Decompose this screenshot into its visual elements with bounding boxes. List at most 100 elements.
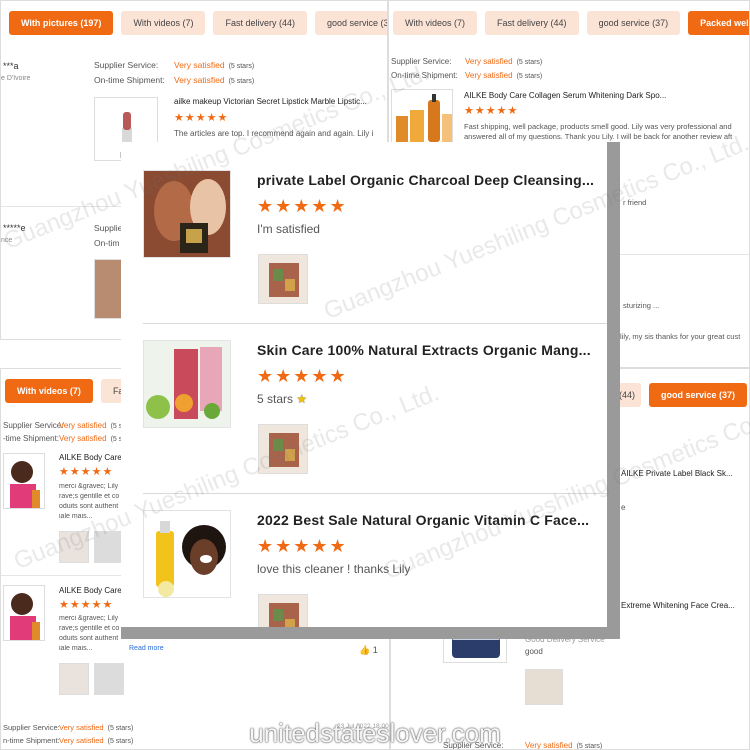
model-thumbnail[interactable]: [3, 453, 45, 509]
shipment-stars: (5 stars): [516, 73, 543, 80]
product-title-fragment: sturizing ...: [623, 301, 660, 310]
tab-good-service[interactable]: good service (37): [649, 383, 748, 407]
product-image[interactable]: [143, 170, 231, 258]
review-rating: ★★★★★: [257, 366, 348, 386]
review-line: merci &gravec; Lily: [59, 483, 119, 490]
review-line: rave;s gentille et co: [59, 493, 120, 500]
tab-fast-delivery[interactable]: Fast delivery (44): [485, 11, 579, 35]
review-text: The articles are top. I recommend again …: [174, 129, 374, 138]
shipment-row-2: On-tim: [94, 238, 120, 248]
product-thumbnail-2[interactable]: [94, 259, 124, 319]
supplier-service-value: Very satisfied: [59, 421, 107, 430]
model-with-products-image: [10, 593, 40, 640]
reviewer-name-2: *****e: [3, 223, 26, 233]
shipment-label: -time Shipment:: [3, 434, 60, 443]
filter-tabs-bottom-right: (44) good service (37): [613, 383, 748, 407]
product-rating: ★★★★★: [59, 466, 114, 478]
supplier-service-row: Supplier Service:Very satisfied (5 st: [3, 421, 124, 430]
review-photo-image: [259, 255, 307, 303]
review-photo[interactable]: [258, 424, 308, 474]
review-photo[interactable]: [258, 594, 308, 627]
review-photo[interactable]: [258, 254, 308, 304]
charcoal-cleanser-image: [144, 171, 230, 257]
tab-with-videos[interactable]: With videos (7): [5, 379, 93, 403]
product-rating: ★★★★★: [464, 105, 519, 117]
review-fragment-2: lily, my sis thanks for your great cust: [620, 332, 741, 341]
tab-with-videos[interactable]: With videos (7): [393, 11, 478, 35]
supplier-service-value: Very satisfied: [174, 60, 225, 70]
supplier-service-row: Supplier Service: Very satisfied (5 stars): [391, 57, 542, 66]
shipment-row: On-time Shipment: Very satisfied (5 stars): [94, 75, 254, 85]
serum-thumbnail[interactable]: [391, 89, 453, 145]
review-line: merci &gravec; Lily: [59, 615, 119, 622]
natural-extracts-image: [144, 341, 230, 427]
tab-good-service[interactable]: good service (37): [586, 11, 681, 35]
tab-fast-delivery[interactable]: Fast delivery (44): [213, 11, 307, 35]
review-product-title[interactable]: private Label Organic Charcoal Deep Clea…: [257, 172, 594, 188]
review-text-content: 5 stars: [257, 392, 294, 406]
review-rating: ★★★★★: [257, 536, 348, 556]
shipment-label-2: On-tim: [94, 238, 120, 248]
shipment-label: On-time Shipment:: [391, 71, 458, 80]
review-photo[interactable]: [525, 669, 563, 705]
review-photo[interactable]: [94, 531, 124, 563]
like-button[interactable]: 👍 1: [359, 645, 378, 656]
review-text: I'm satisfied: [257, 222, 320, 236]
filter-tabs-right: With videos (7) Fast delivery (44) good …: [393, 11, 749, 35]
reviewer-country-2: nce: [1, 237, 13, 244]
supplier-service-stars: (5 stars): [228, 63, 255, 70]
reviewer-name: ***a: [3, 61, 19, 71]
review-photo[interactable]: [94, 663, 124, 695]
shipment-value: Very satisfied: [59, 434, 107, 443]
shipment-value: Very satisfied: [465, 71, 513, 80]
review-line: iale mais...: [59, 645, 93, 652]
review-line: oduits sont authent: [59, 503, 119, 510]
review-photo[interactable]: [59, 531, 89, 563]
product-image[interactable]: [143, 340, 231, 428]
review-photo-image: [259, 425, 307, 473]
supplier-service-value: Very satisfied: [465, 57, 513, 66]
shipment-stars: (5 stars): [228, 78, 255, 85]
product-title[interactable]: AILKE Private Label Black Sk...: [621, 469, 749, 478]
review-item: private Label Organic Charcoal Deep Clea…: [121, 142, 607, 312]
shipment-row: -time Shipment:Very satisfied (5 st: [3, 434, 124, 443]
shipment-value: Very satisfied: [174, 75, 225, 85]
product-image[interactable]: [143, 510, 231, 598]
tab-good-service[interactable]: good service (37): [315, 11, 387, 35]
star-emoji-icon: ★: [296, 392, 308, 406]
supplier-service-label: Supplier Service:: [3, 421, 64, 430]
thumbs-up-icon: 👍: [359, 645, 371, 655]
product-title[interactable]: AILKE Body Care C: [59, 453, 129, 462]
model-with-products-image: [10, 461, 40, 508]
review-text: good: [525, 647, 543, 656]
review-text: 5 stars ★: [257, 392, 307, 406]
review-product-title[interactable]: Skin Care 100% Natural Extracts Organic …: [257, 342, 591, 358]
tab-packed-well[interactable]: Packed well (27): [688, 11, 749, 35]
shipment-row: On-time Shipment: Very satisfied (5 stars): [391, 71, 542, 80]
review-rating: ★★★★★: [257, 196, 348, 216]
product-title-2[interactable]: Extreme Whitening Face Crea...: [621, 601, 749, 610]
review-product-title[interactable]: 2022 Best Sale Natural Organic Vitamin C…: [257, 512, 589, 528]
review-text-line-2: answered all of my questions. Thank you …: [464, 132, 733, 141]
review-photo[interactable]: [59, 663, 89, 695]
supplier-service-row: Supplier Service: Very satisfied (5 stars): [94, 60, 254, 70]
review-line: oduits sont authent: [59, 635, 119, 642]
review-item: 2022 Best Sale Natural Organic Vitamin C…: [121, 482, 607, 627]
tab-with-videos[interactable]: With videos (7): [121, 11, 206, 35]
shipment-label: On-time Shipment:: [94, 75, 165, 85]
product-title[interactable]: AILKE Body Care Collagen Serum Whitening…: [464, 91, 749, 100]
product-title-2[interactable]: AILKE Body Care C: [59, 586, 129, 595]
review-line: rave;s gentille et co: [59, 625, 120, 632]
tab-with-pictures[interactable]: With pictures (197): [9, 11, 114, 35]
review-photo-image: [259, 595, 307, 627]
read-more-link[interactable]: Read more: [129, 645, 164, 652]
supplier-service-stars: (5 stars): [516, 59, 543, 66]
review-text-line-1: Fast shipping, well package, products sm…: [464, 122, 732, 131]
review-text: love this cleaner ! thanks Lily: [257, 562, 411, 576]
model-thumbnail-2[interactable]: [3, 585, 45, 641]
product-title[interactable]: ailke makeup Victorian Secret Lipstick M…: [174, 97, 386, 106]
product-rating-2: ★★★★★: [59, 599, 114, 611]
review-fragment: e: [621, 503, 626, 512]
reviewer-country: e D'Ivoire: [1, 75, 31, 82]
review-fragment: r friend: [623, 198, 647, 207]
